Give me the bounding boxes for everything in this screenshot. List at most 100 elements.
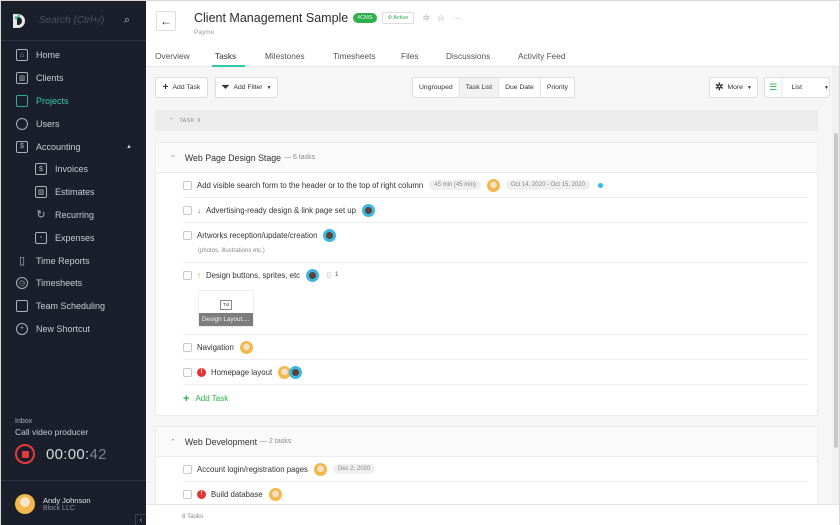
sidebar-item-timesheets[interactable]: ◷ Timesheets bbox=[1, 272, 146, 295]
sidebar: ✔ Search (Ctrl+/) ⌕ ⌂ Home ▥ Clients Proje… bbox=[1, 1, 146, 525]
task-checkbox[interactable] bbox=[183, 271, 192, 280]
task-name[interactable]: Homepage layout bbox=[211, 368, 272, 377]
collapse-sidebar-button[interactable]: ‹ bbox=[135, 514, 146, 525]
plus-icon: + bbox=[162, 82, 169, 93]
paymo-logo[interactable]: ✔ bbox=[13, 12, 29, 30]
task-name[interactable]: Artworks reception/update/creation bbox=[197, 231, 317, 240]
grouping-due-date[interactable]: Due Date bbox=[499, 78, 541, 97]
tab-timesheets[interactable]: Timesheets bbox=[333, 45, 401, 67]
gear-icon[interactable]: ✲ bbox=[422, 13, 430, 24]
task-name[interactable]: Add visible search form to the header or… bbox=[197, 181, 423, 190]
critical-priority-icon: ! bbox=[197, 490, 206, 499]
sidebar-item-accounting[interactable]: $ Accounting ▲ bbox=[1, 135, 146, 158]
recurring-icon: ↻ bbox=[36, 209, 46, 222]
grouping-task-list[interactable]: Task List bbox=[459, 78, 500, 97]
tab-overview[interactable]: Overview bbox=[155, 45, 215, 67]
scrollbar-thumb[interactable] bbox=[834, 133, 838, 448]
task-name[interactable]: Design buttons, sprites, etc bbox=[206, 271, 300, 280]
home-icon: ⌂ bbox=[16, 49, 28, 62]
bell-icon[interactable]: ⍾ bbox=[438, 13, 444, 24]
task-name[interactable]: Navigation bbox=[197, 343, 234, 352]
sidebar-item-time-reports[interactable]: ▯ Time Reports bbox=[1, 249, 146, 272]
chevron-up-icon[interactable]: ⌃ bbox=[170, 438, 176, 446]
assignee-avatar[interactable] bbox=[313, 462, 327, 476]
filter-icon: ⏷ bbox=[221, 82, 230, 93]
tab-discussions[interactable]: Discussions bbox=[446, 45, 518, 67]
tab-files[interactable]: Files bbox=[401, 45, 446, 67]
grouping-priority[interactable]: Priority bbox=[541, 78, 574, 97]
caret-down-icon: ▼ bbox=[266, 84, 272, 91]
tab-activity-feed[interactable]: Activity Feed bbox=[518, 45, 566, 67]
task-checkbox[interactable] bbox=[183, 342, 192, 352]
assignee-avatar[interactable] bbox=[323, 229, 337, 242]
assignee-avatar[interactable] bbox=[239, 340, 253, 354]
task-checkbox[interactable] bbox=[183, 231, 192, 240]
task-row[interactable]: Navigation bbox=[183, 335, 808, 360]
client-name[interactable]: Paymo bbox=[194, 29, 214, 36]
status-badge[interactable]: ✣ Active bbox=[381, 12, 415, 24]
collapse-all-icon[interactable]: ⌃ bbox=[169, 118, 174, 124]
timer-task-name[interactable]: Call video producer bbox=[15, 427, 132, 437]
stop-timer-button[interactable] bbox=[15, 444, 35, 464]
view-selector[interactable]: ☰ List ▼ bbox=[764, 77, 830, 98]
timer-display: 00:00:42 bbox=[46, 446, 107, 463]
status-label: Active bbox=[393, 15, 409, 21]
sort-icon[interactable]: ⇕ bbox=[196, 118, 201, 124]
sidebar-item-home[interactable]: ⌂ Home bbox=[1, 44, 146, 67]
assignee-avatar[interactable] bbox=[486, 178, 500, 192]
grouping-ungrouped[interactable]: Ungrouped bbox=[413, 78, 460, 97]
task-checkbox[interactable] bbox=[183, 180, 192, 190]
sidebar-item-new-shortcut[interactable]: + New Shortcut bbox=[1, 318, 146, 341]
txt-file-icon: Txt bbox=[220, 300, 232, 310]
sidebar-item-clients[interactable]: ▥ Clients bbox=[1, 67, 146, 90]
list-view-icon: ☰ bbox=[765, 78, 783, 97]
assignee-avatar[interactable] bbox=[289, 365, 303, 379]
task-column-header[interactable]: TASK bbox=[179, 118, 194, 124]
back-button[interactable]: ← bbox=[156, 11, 176, 31]
grouping-selector: Ungrouped Task List Due Date Priority bbox=[412, 77, 575, 98]
due-date-badge[interactable]: Dec 2, 2020 bbox=[332, 464, 376, 474]
task-row[interactable]: Add visible search form to the header or… bbox=[183, 173, 808, 198]
table-header: ⌃ TASK ⇕ bbox=[155, 110, 818, 131]
sidebar-item-team-scheduling[interactable]: Team Scheduling bbox=[1, 295, 146, 318]
chevron-up-icon[interactable]: ⌃ bbox=[170, 154, 176, 162]
search-icon[interactable]: ⌕ bbox=[120, 14, 134, 28]
task-checkbox[interactable] bbox=[183, 205, 192, 215]
more-icon[interactable]: ··· bbox=[452, 13, 461, 23]
task-name[interactable]: Account login/registration pages bbox=[197, 465, 308, 474]
sidebar-item-users[interactable]: Users bbox=[1, 112, 146, 135]
assignee-avatar[interactable] bbox=[306, 269, 320, 282]
add-filter-button[interactable]: ⏷ Add Filter ▼ bbox=[215, 77, 278, 98]
project-tabs: Overview Tasks Milestones Timesheets Fil… bbox=[146, 45, 566, 67]
sidebar-item-recurring[interactable]: ↻ Recurring bbox=[1, 204, 146, 227]
task-row[interactable]: ↑ Design buttons, sprites, etc ▯ 1 Txt D… bbox=[183, 263, 808, 335]
assignee-avatar[interactable] bbox=[268, 488, 282, 501]
assignee-avatar[interactable] bbox=[361, 203, 375, 217]
sidebar-item-invoices[interactable]: $ Invoices bbox=[1, 158, 146, 181]
task-name[interactable]: Advertising-ready design & link page set… bbox=[206, 206, 356, 215]
task-checkbox[interactable] bbox=[183, 464, 192, 474]
file-attachment-thumbnail[interactable]: Txt Design Layout.... bbox=[198, 290, 254, 327]
tab-tasks[interactable]: Tasks bbox=[212, 45, 245, 67]
task-row[interactable]: Account login/registration pages Dec 2, … bbox=[183, 457, 808, 482]
sidebar-item-projects[interactable]: Projects bbox=[1, 90, 146, 113]
search-input[interactable]: Search (Ctrl+/) bbox=[39, 15, 120, 26]
user-profile[interactable]: Andy Johnson Block LLC bbox=[1, 480, 146, 525]
date-range-badge[interactable]: Oct 14, 2020 - Oct 15, 2020 bbox=[505, 180, 590, 190]
sidebar-item-expenses[interactable]: ▫ Expenses bbox=[1, 226, 146, 249]
page-title: Client Management Sample #CMS ✣ Active ✲… bbox=[194, 11, 461, 25]
more-button[interactable]: ✲ More ▼ bbox=[709, 77, 758, 98]
tab-milestones[interactable]: Milestones bbox=[265, 45, 333, 67]
sidebar-item-estimates[interactable]: ▥ Estimates bbox=[1, 181, 146, 204]
add-task-button[interactable]: + Add Task bbox=[155, 77, 208, 98]
task-row[interactable]: Artworks reception/update/creation (phot… bbox=[183, 223, 808, 263]
task-group-header[interactable]: ⌃ Web Page Design Stage — 6 tasks bbox=[156, 143, 817, 173]
add-task-inline-button[interactable]: + Add Task bbox=[183, 385, 817, 412]
project-title: Client Management Sample bbox=[194, 11, 349, 25]
task-checkbox[interactable] bbox=[183, 367, 192, 377]
task-name[interactable]: Build database bbox=[211, 490, 263, 499]
task-checkbox[interactable] bbox=[183, 490, 192, 499]
task-row[interactable]: ! Homepage layout bbox=[183, 360, 808, 385]
task-row[interactable]: ↓ Advertising-ready design & link page s… bbox=[183, 198, 808, 223]
task-group-header[interactable]: ⌃ Web Development — 2 tasks bbox=[156, 427, 817, 457]
